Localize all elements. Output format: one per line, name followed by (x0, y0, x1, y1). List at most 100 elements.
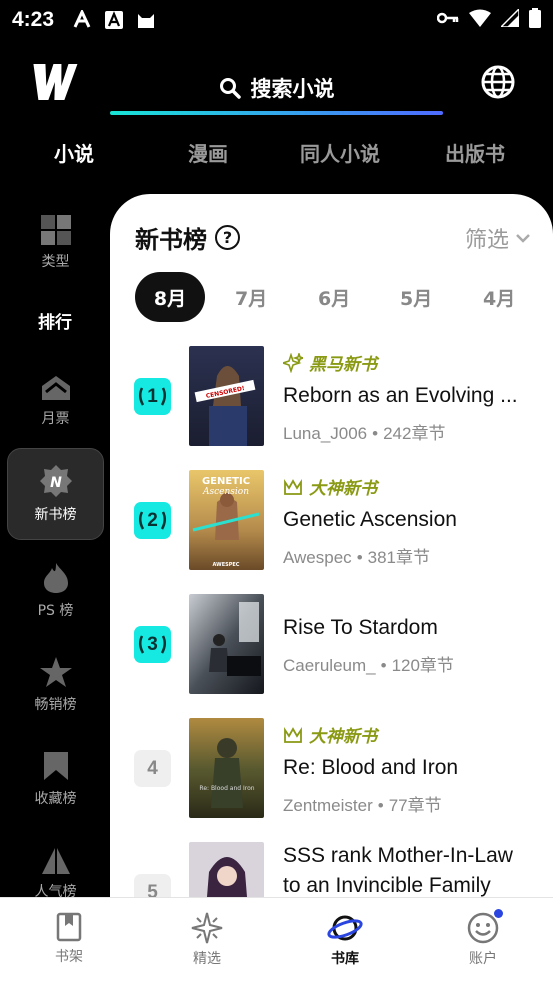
cover-text: GENETIC (202, 476, 250, 487)
sidebar-heading-ranking: 排行 (38, 313, 72, 333)
book-tag: 黑马新书 (283, 350, 377, 375)
notification-dot (494, 909, 503, 918)
book-tag: 大神新书 (283, 722, 377, 747)
list-item[interactable]: 2 GENETIC Ascension AWESPEC 大神新书 Genetic… (110, 470, 553, 570)
meta-separator: • (380, 656, 387, 675)
signal-icon (501, 9, 519, 27)
book-title: SSS rank Mother-In-Law (283, 844, 513, 867)
book-cover[interactable] (189, 842, 264, 897)
cover-text: Ascension (202, 487, 249, 497)
list-item[interactable]: 3 Rise To Stardom Caeruleum_ • 120章节 (110, 594, 553, 694)
search-icon (219, 78, 241, 99)
chevron-down-icon (516, 234, 530, 243)
rank-number: 3 (147, 633, 158, 655)
book-chapters: 381章节 (367, 548, 431, 567)
rank-number: 5 (147, 881, 158, 898)
nav-label: 精选 (193, 951, 221, 967)
smiley-icon (467, 912, 499, 944)
sidebar-item-genre[interactable]: 类型 (7, 197, 104, 289)
a-box-icon (105, 11, 124, 29)
book-title: Genetic Ascension (283, 508, 457, 531)
tab-novel[interactable]: 小说 (54, 138, 94, 167)
book-tag-label: 大神新书 (309, 479, 377, 499)
tab-month-6[interactable]: 6月 (318, 272, 350, 322)
panel-title-text: 新书榜 (135, 226, 207, 254)
sidebar-item-ps[interactable]: PS 榜 (7, 545, 104, 637)
rank-number: 4 (147, 757, 158, 779)
sidebar: 类型 排行 月票 N 新书榜 PS 榜 畅销榜 收藏榜 人气榜 (0, 195, 110, 900)
help-icon[interactable]: ? (215, 225, 240, 250)
status-bar: 4:23 (0, 0, 553, 40)
nav-account[interactable]: 账户 (414, 898, 552, 984)
tab-comics[interactable]: 漫画 (188, 138, 228, 167)
sidebar-item-collection[interactable]: 收藏榜 (7, 733, 104, 825)
sidebar-item-bestseller[interactable]: 畅销榜 (7, 639, 104, 731)
book-tag: 大神新书 (283, 474, 377, 499)
a11y-icon (73, 10, 91, 28)
meta-separator: • (372, 424, 379, 443)
book-chapters: 77章节 (388, 796, 442, 815)
rank-badge: 5 (134, 874, 171, 897)
globe-icon[interactable] (480, 64, 516, 100)
rank-badge: 4 (134, 750, 171, 787)
pyramid-icon (41, 846, 70, 874)
bookmark-icon (43, 752, 68, 780)
bookshelf-icon (56, 912, 82, 942)
filter-button[interactable]: 筛选 (465, 222, 531, 254)
filter-label: 筛选 (464, 228, 509, 253)
nav-label: 书架 (55, 949, 83, 965)
list-item[interactable]: 1 CENSORED! 黑马新书 Reborn as an Evolving .… (110, 346, 553, 446)
sidebar-item-new-books[interactable]: N 新书榜 (7, 448, 104, 540)
book-tag-label: 黑马新书 (309, 355, 377, 375)
search-label: 搜索小说 (250, 77, 335, 101)
book-cover[interactable] (189, 594, 264, 694)
nav-featured[interactable]: 精选 (138, 898, 276, 984)
nav-label: 书库 (331, 951, 359, 967)
meta-separator: • (377, 796, 384, 815)
key-icon (437, 12, 459, 24)
book-cover[interactable]: CENSORED! (189, 346, 264, 446)
book-cover[interactable]: GENETIC Ascension AWESPEC (189, 470, 264, 570)
tab-fanfic[interactable]: 同人小说 (300, 138, 380, 167)
tab-published[interactable]: 出版书 (445, 138, 505, 167)
list-item[interactable]: 5 SSS rank Mother-In-Law to an Invincibl… (110, 842, 553, 897)
book-meta: Zentmeister • 77章节 (283, 791, 442, 816)
rank-badge: 2 (134, 502, 171, 539)
tab-month-8[interactable]: 8月 (135, 272, 205, 322)
cover-text: AWESPEC (213, 562, 240, 568)
sparkle-icon (283, 352, 303, 373)
book-title: Re: Blood and Iron (283, 756, 459, 779)
search-underline (110, 111, 443, 115)
star-icon (39, 657, 72, 687)
list-item[interactable]: 4 Re: Blood and Iron 大神新书 Re: Blood and … (110, 718, 553, 818)
book-title: to an Invincible Family (283, 874, 491, 897)
tab-month-4[interactable]: 4月 (483, 272, 515, 322)
ranking-panel: 新书榜 ? 筛选 8月 7月 6月 5月 4月 1 CENSORED! 黑马新书… (110, 194, 553, 897)
book-author: Zentmeister (283, 796, 373, 815)
status-time: 4:23 (12, 8, 55, 31)
nav-label: 账户 (469, 951, 497, 967)
rank-badge: 3 (134, 626, 171, 663)
svg-text:N: N (50, 475, 62, 491)
logo-icon[interactable] (32, 60, 80, 104)
book-meta: Caeruleum_ • 120章节 (283, 651, 454, 676)
nav-library[interactable]: 书库 (276, 898, 414, 984)
crown-icon (284, 726, 302, 743)
sidebar-item-monthly-ticket[interactable]: 月票 (7, 355, 104, 447)
sidebar-item-label: PS 榜 (37, 603, 74, 619)
crown-icon (284, 478, 302, 495)
tab-month-5[interactable]: 5月 (400, 272, 432, 322)
book-cover[interactable]: Re: Blood and Iron (189, 718, 264, 818)
book-author: Awespec (283, 548, 352, 567)
bottom-nav: 书架 精选 书库 账户 (0, 897, 553, 984)
sidebar-item-label: 新书榜 (34, 507, 77, 523)
cat-icon (138, 14, 155, 28)
search-bar[interactable]: 搜索小说 (110, 62, 443, 114)
meta-separator: • (356, 548, 363, 567)
rank-number: 1 (147, 385, 158, 407)
book-chapters: 242章节 (383, 424, 446, 443)
tab-month-7[interactable]: 7月 (235, 272, 267, 322)
book-title: Reborn as an Evolving ... (283, 384, 518, 407)
sparkle-star-icon (191, 912, 223, 944)
nav-bookshelf[interactable]: 书架 (0, 898, 138, 984)
